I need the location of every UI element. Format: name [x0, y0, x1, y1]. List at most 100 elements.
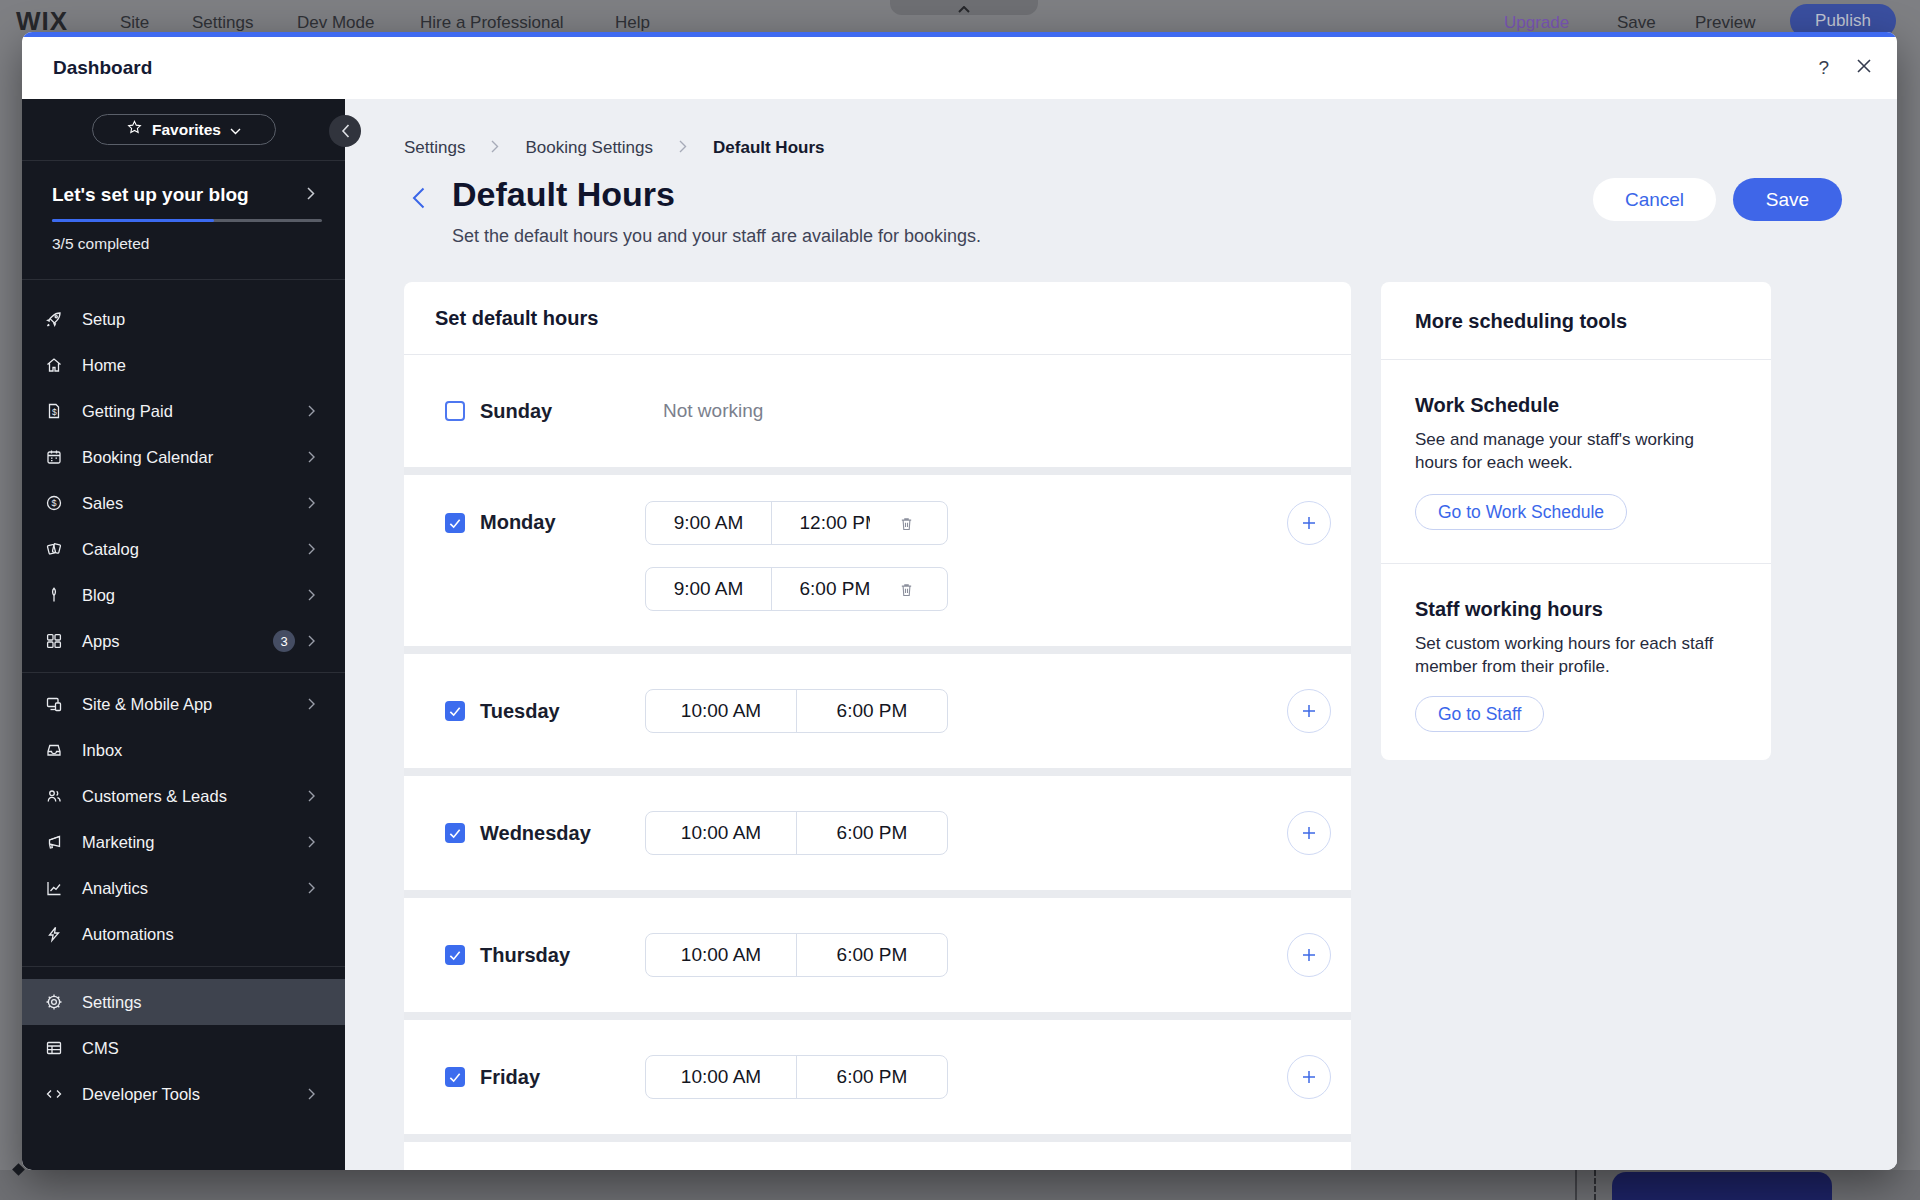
- sunday-checkbox[interactable]: [445, 401, 465, 421]
- start-time-input[interactable]: 10:00 AM: [646, 934, 797, 976]
- customers-icon: [44, 786, 64, 806]
- back-button[interactable]: [405, 185, 431, 211]
- start-time-input[interactable]: 10:00 AM: [646, 1056, 797, 1098]
- site-mobile-icon: [44, 694, 64, 714]
- sidebar-item-site-mobile-app[interactable]: Site & Mobile App: [22, 681, 345, 727]
- sidebar-item-label: Customers & Leads: [82, 787, 227, 806]
- table-icon: [44, 1038, 64, 1058]
- friday-slot-1: 10:00 AM 6:00 PM: [645, 1055, 948, 1099]
- add-slot-button[interactable]: [1287, 811, 1331, 855]
- sidebar-menu: Setup Home $ Getting Paid Booking Calend…: [22, 280, 345, 1117]
- sidebar-item-catalog[interactable]: Catalog: [22, 526, 345, 572]
- add-slot-button[interactable]: [1287, 933, 1331, 977]
- wednesday-checkbox[interactable]: [445, 823, 465, 843]
- sidebar-item-label: Apps: [82, 632, 120, 651]
- topbar-help[interactable]: Help: [615, 13, 650, 33]
- sidebar-item-settings[interactable]: Settings: [22, 979, 345, 1025]
- monday-checkbox[interactable]: [445, 513, 465, 533]
- bolt-icon: [44, 924, 64, 944]
- topbar-site[interactable]: Site: [120, 13, 149, 33]
- chevron-right-icon: [491, 138, 499, 158]
- topbar-collapse-pill[interactable]: [890, 0, 1038, 15]
- tools-card-title: More scheduling tools: [1415, 310, 1627, 333]
- sidebar-collapse-button[interactable]: [329, 115, 361, 147]
- day-row-saturday: [404, 1142, 1351, 1170]
- chevron-right-icon: [308, 836, 315, 848]
- save-button[interactable]: Save: [1733, 178, 1842, 221]
- work-schedule-heading: Work Schedule: [1415, 394, 1559, 417]
- start-time-input[interactable]: 9:00 AM: [646, 568, 772, 610]
- thursday-checkbox[interactable]: [445, 945, 465, 965]
- favorites-button[interactable]: Favorites: [92, 114, 276, 145]
- close-icon[interactable]: [1857, 59, 1871, 77]
- sidebar-item-cms[interactable]: CMS: [22, 1025, 345, 1071]
- topbar-settings[interactable]: Settings: [192, 13, 253, 33]
- chevron-right-icon: [308, 635, 315, 647]
- topbar-preview[interactable]: Preview: [1695, 13, 1755, 33]
- tuesday-checkbox[interactable]: [445, 701, 465, 721]
- catalog-icon: [44, 539, 64, 559]
- hours-card-title: Set default hours: [404, 282, 1351, 355]
- help-icon[interactable]: ?: [1818, 57, 1829, 79]
- breadcrumb-settings[interactable]: Settings: [404, 138, 465, 158]
- end-time-input[interactable]: 6:00 PM: [797, 812, 947, 854]
- sidebar-item-analytics[interactable]: Analytics: [22, 865, 345, 911]
- setup-progress-card[interactable]: Let's set up your blog 3/5 completed: [22, 161, 345, 280]
- topbar-upgrade[interactable]: Upgrade: [1504, 13, 1569, 33]
- editor-bottom-strip: [0, 1170, 1920, 1200]
- sidebar-item-developer-tools[interactable]: Developer Tools: [22, 1071, 345, 1117]
- sidebar-item-setup[interactable]: Setup: [22, 296, 345, 342]
- friday-checkbox[interactable]: [445, 1067, 465, 1087]
- end-time-input[interactable]: 12:00 PM: [772, 502, 947, 544]
- sidebar-item-label: Home: [82, 356, 126, 375]
- sidebar-item-blog[interactable]: Blog: [22, 572, 345, 618]
- chevron-right-icon: [308, 698, 315, 710]
- sidebar-item-marketing[interactable]: Marketing: [22, 819, 345, 865]
- topbar-save[interactable]: Save: [1617, 13, 1656, 33]
- megaphone-icon: [44, 832, 64, 852]
- day-label: Tuesday: [480, 700, 560, 723]
- start-time-input[interactable]: 9:00 AM: [646, 502, 772, 544]
- breadcrumb-booking-settings[interactable]: Booking Settings: [525, 138, 653, 158]
- chevron-right-icon: [308, 543, 315, 555]
- divider: [1381, 563, 1771, 564]
- add-slot-button[interactable]: [1287, 1055, 1331, 1099]
- dashboard-modal: Dashboard ? Favorites Let's set up your …: [22, 32, 1897, 1170]
- set-default-hours-card: Set default hours Sunday Not working Mon…: [404, 282, 1351, 1170]
- cancel-button[interactable]: Cancel: [1593, 178, 1716, 221]
- sidebar-item-home[interactable]: Home: [22, 342, 345, 388]
- pen-icon: [44, 585, 64, 605]
- sidebar-item-label: Booking Calendar: [82, 448, 213, 467]
- more-scheduling-tools-card: More scheduling tools Work Schedule See …: [1381, 282, 1771, 760]
- end-time-input[interactable]: 6:00 PM: [797, 1056, 947, 1098]
- sidebar-item-sales[interactable]: $ Sales: [22, 480, 345, 526]
- day-row-monday: Monday 9:00 AM 12:00 PM 9:00 AM 6:00 PM: [404, 475, 1351, 646]
- sidebar-item-automations[interactable]: Automations: [22, 911, 345, 957]
- sidebar-item-label: Site & Mobile App: [82, 695, 212, 714]
- sidebar-item-booking-calendar[interactable]: Booking Calendar: [22, 434, 345, 480]
- chevron-right-icon: [308, 405, 315, 417]
- end-time-input[interactable]: 6:00 PM: [797, 934, 947, 976]
- add-slot-button[interactable]: [1287, 501, 1331, 545]
- add-slot-button[interactable]: [1287, 689, 1331, 733]
- end-time-input[interactable]: 6:00 PM: [772, 568, 947, 610]
- sidebar-item-inbox[interactable]: Inbox: [22, 727, 345, 773]
- topbar-dev-mode[interactable]: Dev Mode: [297, 13, 374, 33]
- go-to-staff-button[interactable]: Go to Staff: [1415, 696, 1544, 732]
- start-time-input[interactable]: 10:00 AM: [646, 812, 797, 854]
- sidebar-item-label: Setup: [82, 310, 125, 329]
- day-row-thursday: Thursday 10:00 AM 6:00 PM: [404, 898, 1351, 1012]
- star-icon: [126, 119, 143, 140]
- topbar-hire[interactable]: Hire a Professional: [420, 13, 564, 33]
- delete-slot-icon[interactable]: [898, 515, 915, 537]
- end-time-input[interactable]: 6:00 PM: [797, 690, 947, 732]
- day-label: Friday: [480, 1066, 540, 1089]
- delete-slot-icon[interactable]: [898, 581, 915, 603]
- chevron-right-icon: [308, 589, 315, 601]
- sidebar-item-getting-paid[interactable]: $ Getting Paid: [22, 388, 345, 434]
- page-title: Default Hours: [452, 175, 675, 214]
- sidebar-item-customers-leads[interactable]: Customers & Leads: [22, 773, 345, 819]
- sidebar-item-apps[interactable]: Apps 3: [22, 618, 345, 664]
- go-to-work-schedule-button[interactable]: Go to Work Schedule: [1415, 494, 1627, 530]
- start-time-input[interactable]: 10:00 AM: [646, 690, 797, 732]
